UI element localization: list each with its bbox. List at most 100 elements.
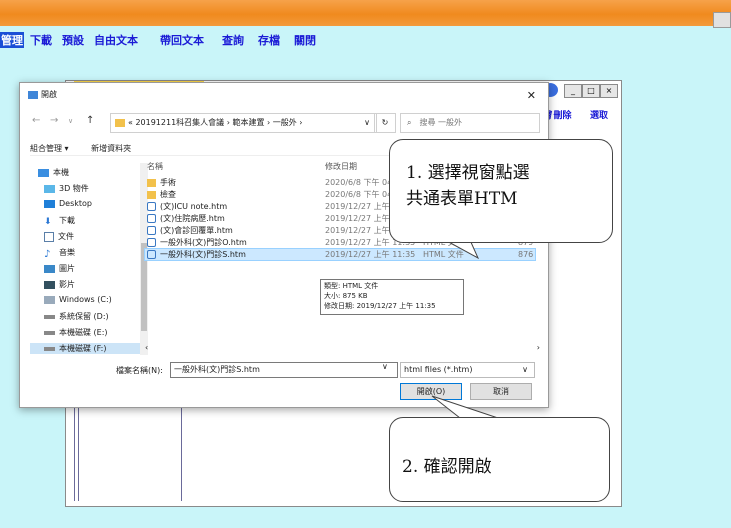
- htm-file-icon: [147, 238, 156, 247]
- dialog-title-text: 開啟: [41, 90, 57, 99]
- open-button[interactable]: 開啟(O): [400, 383, 462, 400]
- file-size: 876: [518, 250, 534, 259]
- nav-label: 本機磁碟 (E:): [59, 328, 108, 337]
- menu-item-default[interactable]: 預設: [62, 32, 84, 48]
- menu-item-manage[interactable]: 管理: [0, 32, 24, 48]
- refresh-icon[interactable]: ↻: [374, 113, 396, 133]
- filetype-value: html files (*.htm): [404, 365, 473, 374]
- file-list-hscrollbar[interactable]: ‹ ›: [145, 343, 540, 353]
- file-type: HTML 文件: [423, 250, 464, 259]
- document-icon: [44, 231, 54, 242]
- file-name: (文)ICU note.htm: [160, 202, 228, 211]
- nav-label: Windows (C:): [59, 295, 112, 304]
- app-menubar: 管理 下載 預設 自由文本 帶回文本 查詢 存檔 關閉: [0, 30, 731, 52]
- filename-label: 檔案名稱(N):: [116, 366, 163, 375]
- menu-item-return-text[interactable]: 帶回文本: [160, 32, 204, 48]
- nav-item-desktop[interactable]: Desktop: [44, 199, 92, 208]
- nav-item-drive-f[interactable]: 本機磁碟 (F:): [30, 343, 140, 354]
- folder-icon: [147, 190, 156, 199]
- window-control-button[interactable]: [713, 12, 731, 28]
- back-arrow-icon[interactable]: ←: [32, 115, 40, 126]
- menu-item-save[interactable]: 存檔: [258, 32, 280, 48]
- nav-item-music[interactable]: ♪ 音樂: [44, 247, 75, 260]
- callout-text: 1. 選擇視窗點選: [406, 163, 530, 183]
- nav-item-drive-c[interactable]: Windows (C:): [44, 295, 112, 304]
- chevron-left-icon[interactable]: ‹: [145, 343, 148, 352]
- file-name: 手術: [160, 178, 176, 187]
- dialog-close-icon[interactable]: ✕: [527, 89, 536, 102]
- file-date: 2019/12/27 上午: [325, 214, 390, 223]
- download-icon: ⬇: [44, 216, 52, 227]
- minimize-icon[interactable]: _: [564, 84, 582, 98]
- nav-item-this-pc[interactable]: 本機: [38, 167, 69, 178]
- htm-file-icon: [147, 202, 156, 211]
- menu-item-query[interactable]: 查詢: [222, 32, 244, 48]
- music-icon: ♪: [44, 248, 51, 260]
- app-title-bar: [0, 0, 731, 28]
- tooltip-line: 類型: HTML 文件: [324, 282, 379, 290]
- nav-label: 本機磁碟 (F:): [59, 344, 107, 353]
- column-header-date[interactable]: 修改日期: [325, 161, 357, 172]
- cube-icon: [44, 184, 55, 193]
- tooltip-line: 大小: 875 KB: [324, 292, 368, 300]
- nav-label: 下載: [59, 216, 75, 225]
- up-arrow-icon[interactable]: ↑: [86, 115, 94, 126]
- htm-file-icon: [147, 226, 156, 235]
- search-input[interactable]: ⌕ 搜尋 一般外: [400, 113, 540, 133]
- close-icon[interactable]: ×: [600, 84, 618, 98]
- nav-label: 本機: [53, 168, 69, 177]
- fill-button[interactable]: 選取: [590, 108, 608, 121]
- column-header-name[interactable]: 名稱: [147, 161, 163, 172]
- htm-file-icon: [147, 214, 156, 223]
- file-tooltip: 類型: HTML 文件 大小: 875 KB 修改日期: 2019/12/27 …: [320, 279, 464, 315]
- filename-input[interactable]: 一般外科(文)門診S.htm: [170, 362, 398, 378]
- new-folder-button[interactable]: 新增資料夾: [91, 144, 131, 153]
- callout-step-1: 1. 選擇視窗點選 共通表單HTM: [389, 139, 613, 243]
- file-date: 2019/12/27 上午 11:35: [325, 250, 416, 259]
- file-row-selected[interactable]: 一般外科(文)門診S.htm 2019/12/27 上午 11:35 HTML 文件…: [144, 248, 536, 261]
- htm-file-icon: [147, 250, 156, 259]
- navigation-pane: 本機 3D 物件 Desktop ⬇ 下載 文件 ♪ 音樂 圖片 影片 Window…: [30, 163, 140, 355]
- folder-icon: [115, 118, 125, 127]
- folder-icon: [147, 178, 156, 187]
- recent-dropdown-icon[interactable]: ∨: [68, 117, 73, 125]
- drive-icon: [44, 346, 55, 351]
- menu-item-close[interactable]: 關閉: [294, 32, 316, 48]
- nav-item-documents[interactable]: 文件: [44, 231, 74, 242]
- file-name: (文)會診回覆單.htm: [160, 226, 233, 235]
- menu-item-free-text[interactable]: 自由文本: [94, 32, 138, 48]
- chevron-down-icon[interactable]: ∨: [382, 362, 388, 371]
- nav-item-downloads[interactable]: ⬇ 下載: [44, 215, 75, 227]
- nav-item-drive-e[interactable]: 本機磁碟 (E:): [44, 327, 108, 338]
- menu-item-download[interactable]: 下載: [30, 32, 52, 48]
- drive-icon: [44, 330, 55, 335]
- nav-label: 影片: [59, 280, 75, 289]
- nav-item-3d-objects[interactable]: 3D 物件: [44, 183, 89, 194]
- nav-item-videos[interactable]: 影片: [44, 279, 75, 290]
- nav-item-pictures[interactable]: 圖片: [44, 263, 75, 274]
- maximize-icon[interactable]: □: [582, 84, 600, 98]
- callout-text: 2. 確認開啟: [402, 457, 492, 477]
- file-date: 2020/6/8 下午 04: [325, 178, 393, 187]
- file-name: 一般外科(文)門診O.htm: [160, 238, 247, 247]
- nav-label: Desktop: [59, 199, 92, 208]
- chevron-down-icon[interactable]: ∨: [364, 114, 370, 132]
- file-date: 2020/6/8 下午 04: [325, 190, 393, 199]
- delete-label: 刪除: [553, 111, 572, 121]
- nav-label: 文件: [58, 232, 74, 241]
- background-app-controls: _ □ × 🗑刪除 選取: [540, 80, 730, 130]
- desktop-icon: [44, 199, 55, 208]
- dialog-app-icon: [28, 90, 38, 99]
- callout-text: 共通表單HTM: [406, 189, 518, 209]
- tooltip-line: 修改日期: 2019/12/27 上午 11:35: [324, 302, 436, 310]
- organize-button[interactable]: 組合管理 ▾: [30, 144, 69, 153]
- nav-item-drive-d[interactable]: 系統保留 (D:): [44, 311, 109, 322]
- filetype-select[interactable]: html files (*.htm) ∨: [400, 362, 535, 378]
- address-row: ← → ∨ ↑ « 20191211科召集人會議 › 範本建置 › 一般外 › ∨…: [30, 113, 540, 133]
- forward-arrow-icon[interactable]: →: [50, 115, 58, 126]
- chevron-right-icon[interactable]: ›: [537, 343, 540, 352]
- cancel-button[interactable]: 取消: [470, 383, 532, 400]
- nav-label: 圖片: [59, 264, 75, 273]
- nav-label: 3D 物件: [59, 184, 89, 193]
- address-bar[interactable]: « 20191211科召集人會議 › 範本建置 › 一般外 › ∨: [110, 113, 377, 133]
